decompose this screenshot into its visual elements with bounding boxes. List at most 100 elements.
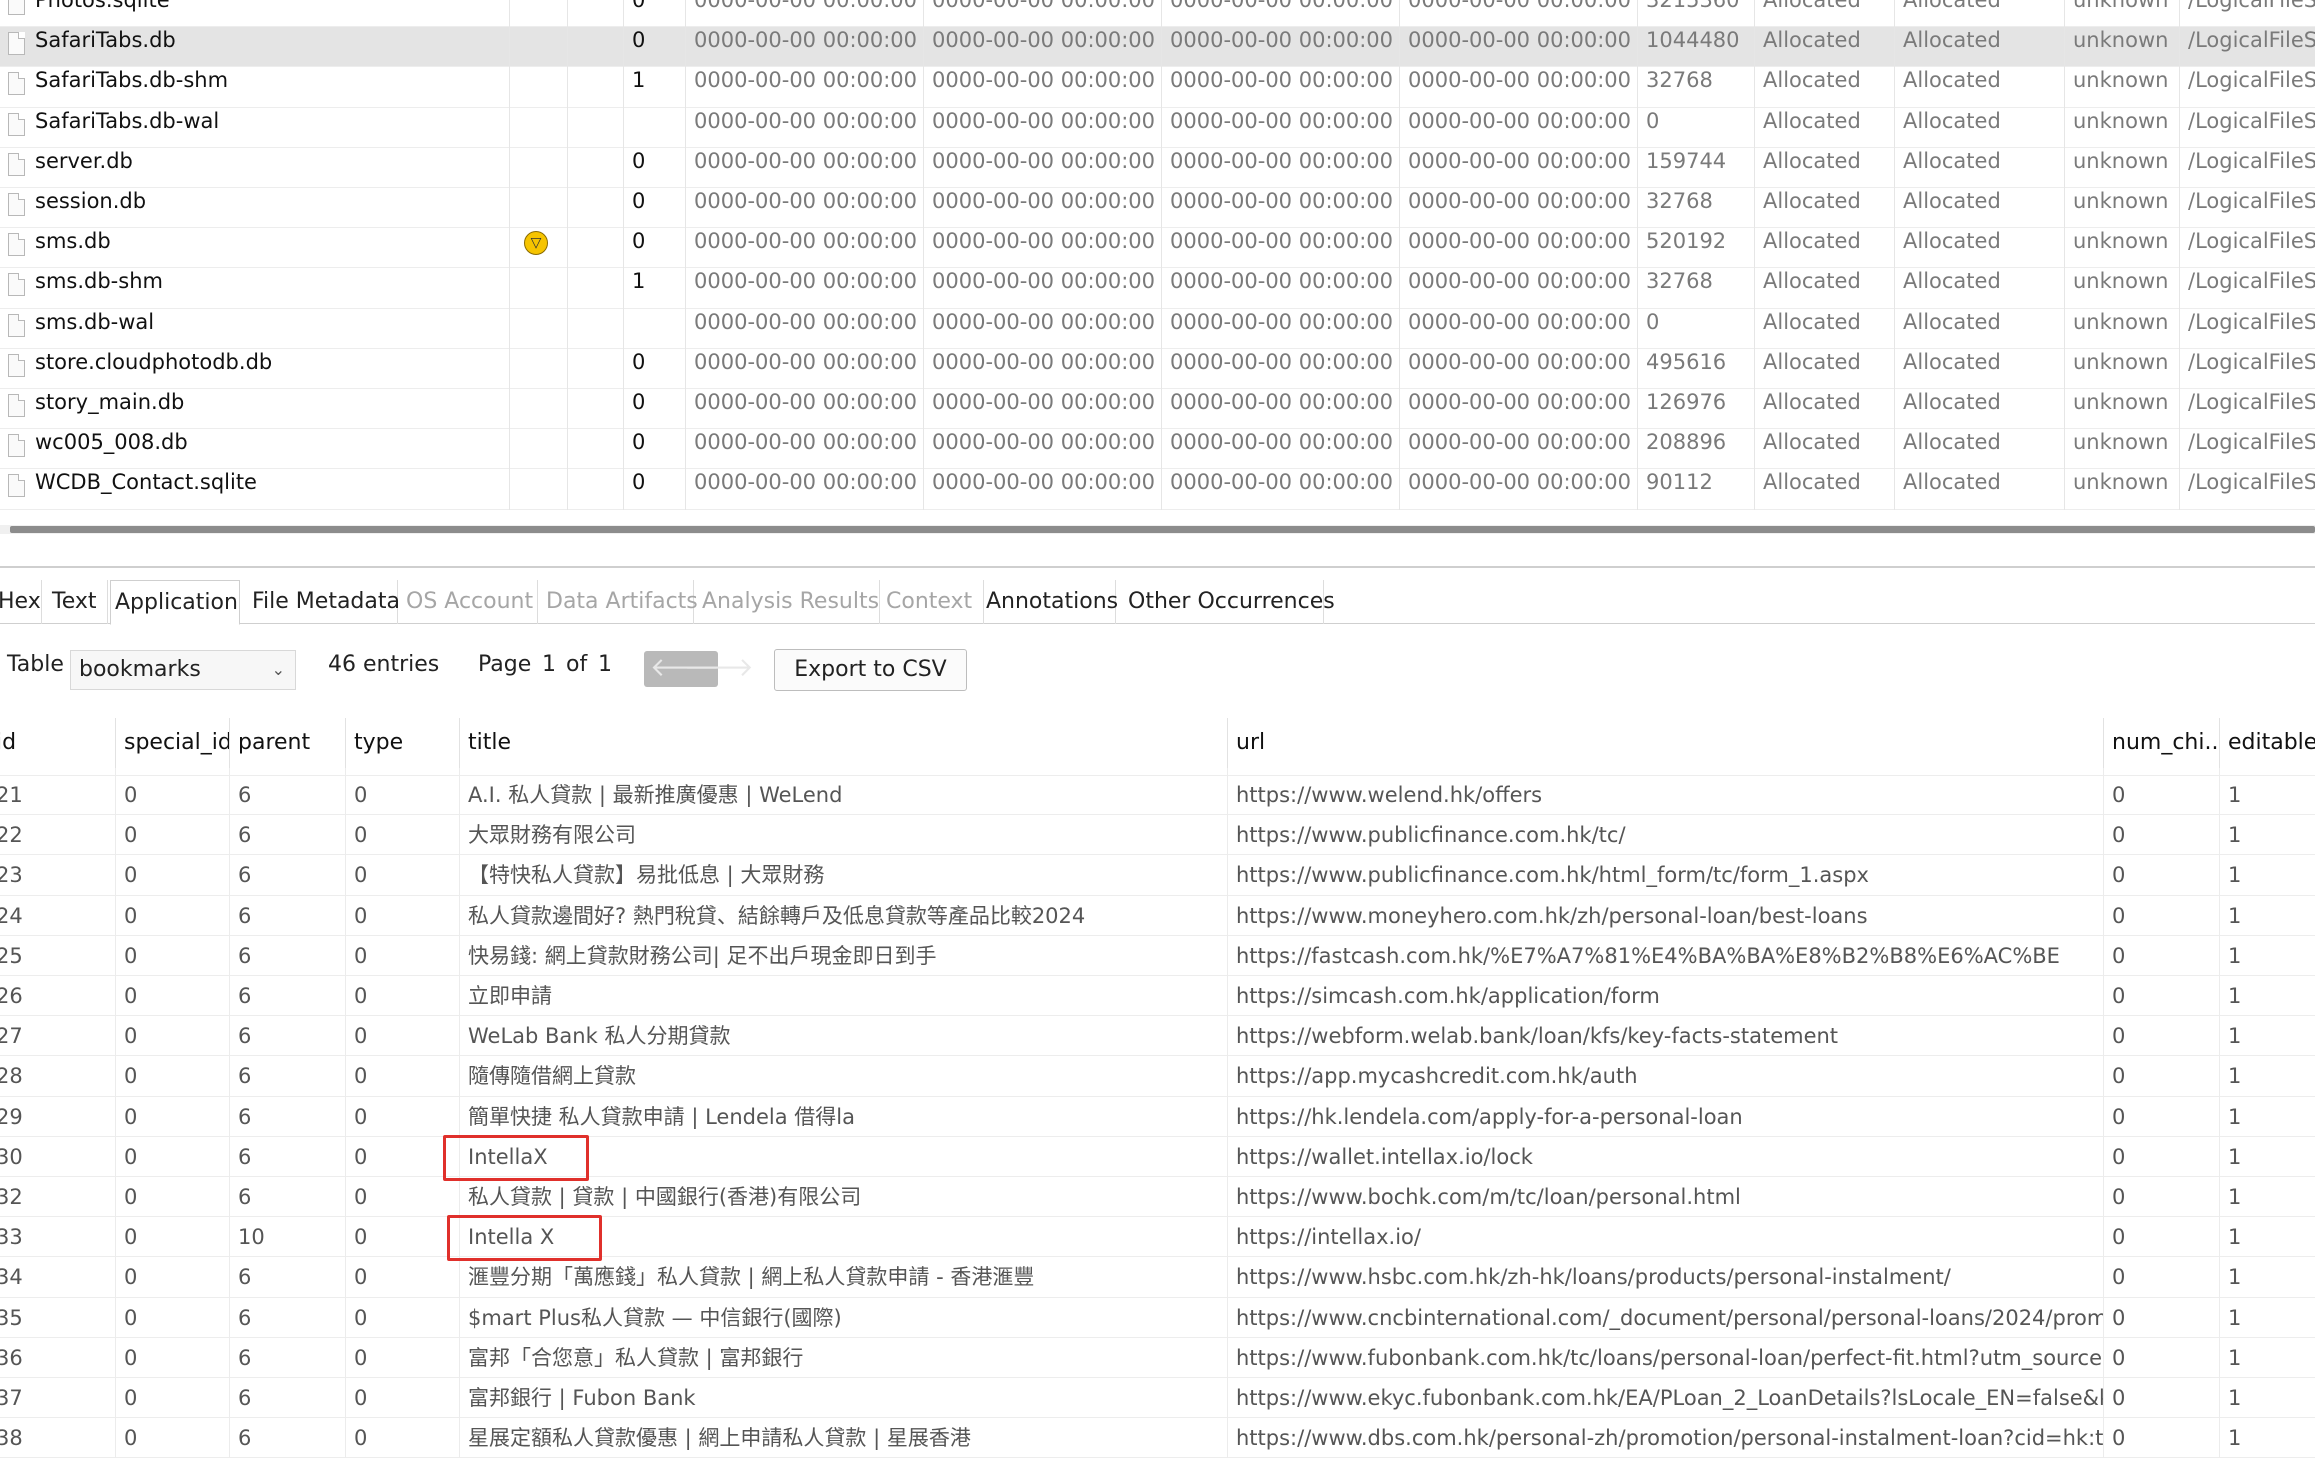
table-row[interactable]: 23060【特快私人貸款】易批低息 | 大眾財務https://www.publ… — [0, 855, 2315, 896]
tab-context[interactable]: Context — [882, 580, 984, 624]
next-page-icon[interactable]: 🡒 — [684, 653, 754, 683]
table-row[interactable]: 32060私人貸款 | 貸款 | 中國銀行(香港)有限公司https://www… — [0, 1177, 2315, 1218]
file-flags-meta-cell: Allocated — [1895, 308, 2065, 349]
file-flag-cell — [510, 308, 568, 349]
file-size-cell: 32768 — [1638, 67, 1755, 108]
file-created-time-cell: 0000-00-00 00:00:00 — [1400, 107, 1638, 148]
tab-text[interactable]: Text — [48, 580, 108, 624]
file-row[interactable]: Photos.sqlite 0 0000-00-00 00:00:00 0000-00… — [0, 0, 2315, 28]
table-row[interactable]: 24060私人貸款邊間好? 熱門稅貸、結餘轉戶及低息貸款等產品比較2024htt… — [0, 895, 2315, 936]
file-row[interactable]: WCDB_Contact.sqlite 0 0000-00-00 00:00:00 0… — [0, 469, 2315, 510]
cell-type: 0 — [346, 1378, 460, 1419]
file-location-cell: /LogicalFileSet1/ — [2188, 470, 2315, 495]
cell-editable: 1 — [2228, 1185, 2242, 1209]
file-list-horizontal-scrollbar[interactable] — [0, 525, 2315, 534]
panel-splitter[interactable] — [0, 566, 2315, 568]
table-row[interactable]: 25060快易錢: 網上貸款財務公司| 足不出戶現金即日到手https://fa… — [0, 935, 2315, 976]
column-header-id[interactable]: id — [0, 718, 116, 768]
file-name-cell: WCDB_Contact.sqlite — [0, 469, 510, 510]
tab-application[interactable]: Application — [110, 580, 240, 625]
file-score-cell — [568, 147, 624, 188]
red-annotation-box — [447, 1215, 602, 1262]
scrollbar-thumb[interactable] — [10, 526, 2315, 533]
cell-num-children: 0 — [2104, 1378, 2220, 1419]
cell-special-id: 0 — [116, 1056, 230, 1097]
cell-parent: 6 — [230, 1056, 346, 1097]
table-row[interactable]: 21060A.I. 私人貸款 | 最新推廣優惠 | WeLendhttps://… — [0, 775, 2315, 816]
cell-editable: 1 — [2228, 783, 2242, 807]
cell-editable: 1 — [2228, 984, 2242, 1008]
cell-url: https://fastcash.com.hk/%E7%A7%81%E4%BA%… — [1228, 935, 2104, 976]
column-header-title[interactable]: title — [460, 718, 1228, 768]
file-row[interactable]: store.cloudphotodb.db 0 0000-00-00 00:00:0… — [0, 348, 2315, 389]
export-csv-button[interactable]: Export to CSV — [774, 649, 967, 691]
table-row[interactable]: 30060IntellaXhttps://wallet.intellax.io/… — [0, 1136, 2315, 1177]
file-change-time-cell: 0000-00-00 00:00:00 — [924, 0, 1162, 28]
file-location-cell: /LogicalFileSet1/ — [2188, 189, 2315, 213]
file-created-time-cell: 0000-00-00 00:00:00 — [1400, 147, 1638, 188]
tab-os-account[interactable]: OS Account — [402, 580, 538, 624]
file-row[interactable]: sms.db-shm 1 0000-00-00 00:00:00 0000-00-00… — [0, 268, 2315, 309]
file-size-cell: 32768 — [1638, 268, 1755, 309]
file-size-cell: 0 — [1638, 308, 1755, 349]
table-row[interactable]: 27060WeLab Bank 私人分期貸款https://webform.we… — [0, 1016, 2315, 1057]
table-row[interactable]: 34060滙豐分期「萬應錢」私人貸款 | 網上私人貸款申請 - 香港滙豐http… — [0, 1257, 2315, 1298]
cell-type: 0 — [346, 1016, 460, 1057]
tab-file-metadata[interactable]: File Metadata — [248, 580, 400, 624]
tab-analysis-results[interactable]: Analysis Results — [698, 580, 880, 624]
cell-editable: 1 — [2228, 903, 2242, 928]
file-row[interactable]: server.db 0 0000-00-00 00:00:00 0000-00-00 … — [0, 147, 2315, 188]
file-name-cell: sms.db — [0, 228, 510, 269]
cell-type: 0 — [346, 1177, 460, 1218]
file-name-text: store.cloudphotodb.db — [35, 349, 273, 374]
file-flag-cell — [510, 0, 568, 28]
file-modified-time-cell: 0000-00-00 00:00:00 — [686, 107, 924, 148]
file-row[interactable]: story_main.db 0 0000-00-00 00:00:00 0000-00… — [0, 389, 2315, 430]
table-row[interactable]: 28060隨傳隨借網上貸款https://app.mycashcredit.co… — [0, 1056, 2315, 1097]
table-row[interactable]: 36060富邦「合您意」私人貸款 | 富邦銀行https://www.fubon… — [0, 1337, 2315, 1378]
file-row[interactable]: SafariTabs.db-shm 1 0000-00-00 00:00:00 000… — [0, 67, 2315, 108]
table-row[interactable]: 330100Intella Xhttps://intellax.io/01 — [0, 1217, 2315, 1258]
file-size-cell: 32768 — [1638, 188, 1755, 229]
cell-url: https://wallet.intellax.io/lock — [1228, 1136, 2104, 1177]
file-modified-time-cell: 0000-00-00 00:00:00 — [686, 67, 924, 108]
cell-special-id: 0 — [116, 1016, 230, 1057]
file-known-cell: unknown — [2065, 0, 2180, 28]
file-flags-dir-cell: Allocated — [1755, 389, 1895, 430]
file-flags-meta-cell: Allocated — [1895, 268, 2065, 309]
table-row[interactable]: 26060立即申請https://simcash.com.hk/applicat… — [0, 976, 2315, 1017]
table-row[interactable]: 29060簡單快捷 私人貸款申請 | Lendela 借得lahttps://h… — [0, 1096, 2315, 1137]
table-row[interactable]: 37060富邦銀行 | Fubon Bankhttps://www.ekyc.f… — [0, 1378, 2315, 1419]
file-occurrences-cell: 0 — [624, 27, 686, 68]
column-header-editable[interactable]: editable — [2220, 718, 2315, 768]
tab-data-artifacts[interactable]: Data Artifacts — [542, 580, 698, 624]
file-row[interactable]: sms.db-wal 0000-00-00 00:00:00 0000-00-00 … — [0, 308, 2315, 349]
tab-hex[interactable]: Hex — [0, 580, 42, 624]
file-created-time-cell: 0000-00-00 00:00:00 — [1400, 429, 1638, 470]
table-row[interactable]: 38060星展定額私人貸款優惠 | 網上申請私人貸款 | 星展香港https:/… — [0, 1418, 2315, 1459]
tab-other-occurrences[interactable]: Other Occurrences — [1124, 580, 1335, 624]
file-row[interactable]: SafariTabs.db-wal 0000-00-00 00:00:00 0000… — [0, 107, 2315, 148]
cell-id: 29 — [0, 1096, 116, 1137]
column-header-num-children[interactable]: num_chi... — [2104, 718, 2220, 768]
cell-title: 簡單快捷 私人貸款申請 | Lendela 借得la — [460, 1096, 1228, 1137]
file-name-cell: Photos.sqlite — [0, 0, 510, 28]
column-header-special-id[interactable]: special_id — [116, 718, 230, 768]
file-row[interactable]: session.db 0 0000-00-00 00:00:00 0000-00-00… — [0, 188, 2315, 229]
file-occurrences-cell: 0 — [624, 469, 686, 510]
table-row[interactable]: 22060大眾財務有限公司https://www.publicfinance.c… — [0, 815, 2315, 856]
column-header-url[interactable]: url — [1228, 718, 2104, 768]
file-row[interactable]: SafariTabs.db 0 0000-00-00 00:00:00 0000-00… — [0, 27, 2315, 68]
file-row[interactable]: wc005_008.db 0 0000-00-00 00:00:00 0000-00-… — [0, 429, 2315, 470]
column-header-parent[interactable]: parent — [230, 718, 346, 768]
cell-parent: 6 — [230, 1257, 346, 1298]
file-known-cell: unknown — [2065, 188, 2180, 229]
column-header-type[interactable]: type — [346, 718, 460, 768]
cell-num-children: 0 — [2104, 895, 2220, 936]
tab-annotations[interactable]: Annotations — [982, 580, 1118, 624]
table-row[interactable]: 35060$mart Plus私人貸款 — 中信銀行(國際)https://ww… — [0, 1297, 2315, 1338]
cell-editable: 1 — [2228, 1144, 2242, 1169]
cell-title: 私人貸款邊間好? 熱門稅貸、結餘轉戶及低息貸款等產品比較2024 — [460, 895, 1228, 936]
table-select[interactable]: bookmarks ⌄ — [70, 650, 296, 690]
file-row[interactable]: sms.db ▽ 0 0000-00-00 00:00:00 0000-00-00 00… — [0, 228, 2315, 269]
